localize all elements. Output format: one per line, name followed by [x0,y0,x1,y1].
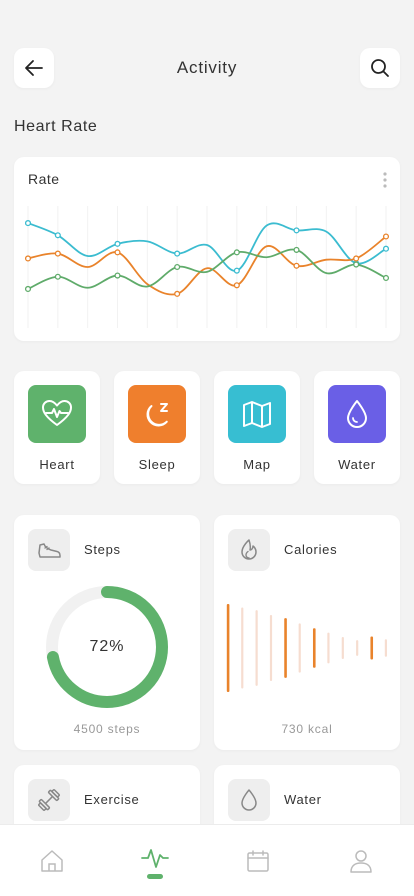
data-point [293,246,300,253]
user-icon [349,850,372,873]
data-point [233,282,240,289]
calorie-bar [298,623,301,673]
calorie-bar [269,615,273,681]
calorie-bar [255,610,258,686]
heart-pulse-icon [42,400,72,426]
data-point [174,263,181,271]
data-point [114,240,121,247]
calendar-icon [246,850,269,872]
tile-label: Sleep [138,457,176,472]
calorie-bar [327,632,330,664]
card-icon-bg [28,779,70,821]
water-drop-icon [241,789,257,811]
tile-label: Map [243,457,271,472]
card-title: Exercise [84,792,140,807]
search-button[interactable] [360,48,400,88]
steps-count: 4500 steps [73,722,141,736]
page-title: Activity [176,58,238,77]
data-point [174,250,181,257]
tile-heart-icon-bg [28,385,86,443]
heart-rate-chart-card: Rate [14,157,400,341]
calorie-bar [341,637,344,659]
moon-icon [146,403,168,427]
dumbbell-icon [38,789,60,811]
calorie-bar [370,636,374,660]
tile-water-icon-bg [328,385,386,443]
tile-map[interactable]: Map [214,371,300,484]
calorie-bar [284,618,287,678]
card-title: Water [284,792,322,807]
active-indicator [146,874,163,879]
calorie-bar [356,640,359,656]
calories-value: 730 kcal [281,722,333,736]
activity-icon [140,849,169,879]
bottom-nav [0,824,414,896]
search-icon [371,59,389,77]
data-point [382,274,390,282]
calorie-bar [241,607,244,689]
data-point [353,261,360,268]
data-point [353,255,360,262]
data-point [114,249,121,256]
chart-title: Rate [28,171,60,187]
steps-card[interactable]: Steps 72% 4500 steps [14,515,200,750]
tile-heart[interactable]: Heart [14,371,100,484]
data-point [54,232,61,239]
nav-activity[interactable] [103,825,206,896]
tile-label: Heart [39,457,75,472]
data-point [174,290,181,297]
calorie-bar [226,604,230,692]
data-point [24,285,32,293]
calorie-bar [312,628,316,668]
card-icon-bg [228,779,270,821]
data-point [233,267,240,274]
tile-sleep[interactable]: Sleep [114,371,200,484]
tile-label: Water [338,457,376,472]
tile-water[interactable]: Water [314,371,400,484]
data-point [382,245,390,252]
data-point [54,250,61,257]
data-point [293,262,300,269]
more-vertical-icon[interactable] [382,171,388,189]
calorie-bar [384,639,387,657]
tile-map-icon-bg [228,385,286,443]
data-point [293,227,300,234]
data-point [24,255,32,262]
data-point [24,220,32,227]
map-icon [243,401,271,428]
calories-bars [226,604,387,692]
data-point [233,249,240,256]
nav-home[interactable] [0,825,103,896]
calories-card[interactable]: Calories 730 kcal [214,515,400,750]
nav-profile[interactable] [309,825,412,896]
data-point [114,272,121,279]
steps-percent: 72% [89,638,125,655]
heart-rate-chart [24,206,390,328]
water-drop-icon [347,400,367,428]
tile-sleep-icon-bg [128,385,186,443]
nav-calendar[interactable] [206,825,309,896]
data-point [382,233,390,240]
top-bar: Activity [0,0,414,100]
home-icon [40,850,63,872]
section-title: Heart Rate [14,118,98,135]
data-point [54,273,61,280]
steps-progress-ring [46,586,168,708]
